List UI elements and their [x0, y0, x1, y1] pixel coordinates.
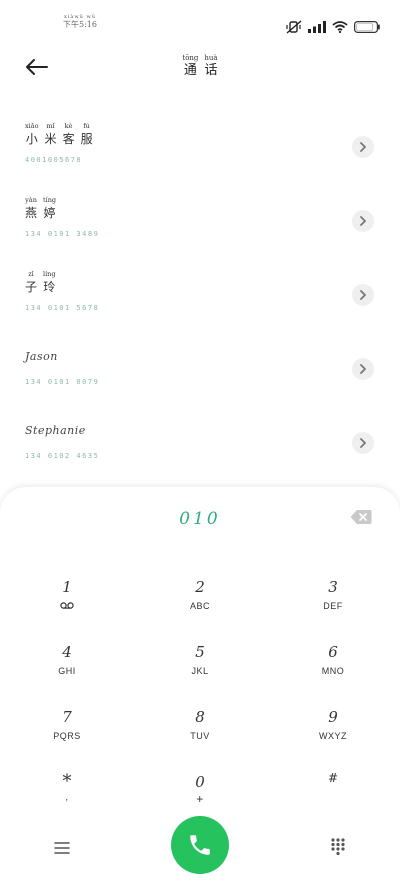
key-3[interactable]: 3 DEF	[288, 577, 378, 633]
call-button[interactable]	[171, 816, 229, 874]
chevron-right-icon	[360, 438, 366, 448]
contact-item[interactable]: zǐ 子 líng 玲 134 0101 5678	[0, 258, 400, 328]
status-time: xiàwǔ wǔ 下午5:16	[58, 14, 102, 30]
contact-detail-button[interactable]	[352, 284, 374, 306]
dial-input[interactable]: 010	[0, 509, 400, 529]
voicemail-icon	[60, 602, 74, 609]
contact-item[interactable]: xiǎo 小 mǐ 米 kè 客 fú 服 4001005678	[0, 110, 400, 180]
hamburger-menu-icon	[54, 842, 70, 854]
phone-icon	[190, 835, 210, 855]
mute-vibrate-icon	[286, 20, 302, 34]
contact-number: 134 0102 4635	[25, 452, 100, 460]
contact-detail-button[interactable]	[352, 432, 374, 454]
key-1[interactable]: 1	[22, 577, 112, 633]
contact-detail-button[interactable]	[352, 358, 374, 380]
wifi-icon	[332, 21, 348, 33]
chevron-right-icon	[360, 216, 366, 226]
contact-number: 4001005678	[25, 156, 83, 164]
contact-name: zǐ 子 líng 玲	[25, 270, 56, 294]
key-9[interactable]: 9 WXYZ	[288, 707, 378, 763]
contact-item[interactable]: Stephanie 134 0102 4635	[0, 406, 400, 476]
key-7[interactable]: 7 PQRS	[22, 707, 112, 763]
signal-icon	[308, 21, 326, 33]
contact-item[interactable]: Jason 134 0101 0079	[0, 332, 400, 402]
contact-item[interactable]: yàn 燕 tíng 婷 134 0101 3489	[0, 184, 400, 254]
contact-name: xiǎo 小 mǐ 米 kè 客 fú 服	[25, 122, 93, 146]
status-icons	[286, 18, 380, 36]
contact-number: 134 0101 0079	[25, 378, 100, 386]
page-title: tōng 通 huà 话	[0, 54, 400, 79]
status-bar: xiàwǔ wǔ 下午5:16	[0, 0, 400, 48]
contact-name: yàn 燕 tíng 婷	[25, 196, 57, 220]
chevron-right-icon	[360, 142, 366, 152]
contact-detail-button[interactable]	[352, 136, 374, 158]
menu-button[interactable]	[52, 839, 72, 857]
contact-name: Stephanie	[25, 424, 86, 437]
dialpad-icon	[331, 838, 345, 856]
contact-name: Jason	[25, 350, 58, 363]
title-bar: tōng 通 huà 话	[0, 48, 400, 92]
key-5[interactable]: 5 JKL	[155, 642, 245, 698]
battery-icon	[354, 21, 380, 33]
backspace-icon	[350, 510, 372, 524]
key-6[interactable]: 6 MNO	[288, 642, 378, 698]
backspace-button[interactable]	[350, 509, 372, 525]
key-2[interactable]: 2 ABC	[155, 577, 245, 633]
key-8[interactable]: 8 TUV	[155, 707, 245, 763]
keypad-toggle-button[interactable]	[330, 837, 346, 856]
key-4[interactable]: 4 GHI	[22, 642, 112, 698]
status-time-text: 下午5:16	[63, 20, 97, 29]
contact-number: 134 0101 3489	[25, 230, 100, 238]
title-char: tōng 通	[182, 54, 199, 78]
dialer-bottom-bar	[0, 805, 400, 885]
chevron-right-icon	[360, 364, 366, 374]
contact-number: 134 0101 5678	[25, 304, 100, 312]
dialer-panel: 010 1 2 ABC 3 DEF 4 GHI 5 JKL 6 MNO 7 PQ…	[0, 487, 400, 888]
contact-detail-button[interactable]	[352, 210, 374, 232]
title-char: huà 话	[204, 54, 218, 78]
chevron-right-icon	[360, 290, 366, 300]
